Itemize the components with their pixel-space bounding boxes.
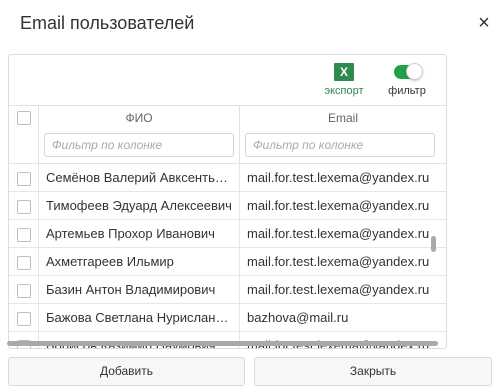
vertical-scrollbar[interactable] [431,236,436,252]
select-all-cell [9,105,39,130]
table-row[interactable]: Бажова Светлана Нурислановна bazhova@mai… [9,304,446,332]
add-button[interactable]: Добавить [8,357,245,386]
row-checkbox-cell [9,304,39,332]
fio-cell: Тимофеев Эдуард Алексеевич [39,192,240,220]
fio-cell: Артемьев Прохор Иванович [39,220,240,248]
filter-cell-blank [9,130,39,163]
excel-icon: X [334,63,354,81]
email-filter-input[interactable] [245,133,435,157]
export-label: экспорт [324,85,364,97]
email-cell: mail.for.test.lexema@yandex.ru [247,198,430,213]
email-cell: mail.for.test.lexema@yandex.ru [247,282,430,297]
table-row[interactable]: Тимофеев Эдуард Алексеевич mail.for.test… [9,192,446,220]
email-cell: mail.for.test.lexema@yandex.ru [247,254,430,269]
fio-cell: Базин Антон Владимирович [39,276,240,304]
row-checkbox-cell [9,248,39,276]
table-row[interactable]: Артемьев Прохор Иванович mail.for.test.l… [9,220,446,248]
row-checkbox-cell [9,220,39,248]
grid-toolbar: X экспорт фильтр [9,55,446,105]
row-checkbox[interactable] [16,227,31,242]
close-icon[interactable]: × [476,13,492,33]
row-checkbox[interactable] [16,283,31,298]
fio-filter-input[interactable] [44,133,234,157]
toggle-switch-icon[interactable] [394,63,423,80]
email-cell: mail.for.test.lexema@yandex.ru [247,226,430,241]
toggle-knob [406,63,423,80]
email-cell: mail.for.test.lexema@yandex.ru [247,170,430,185]
row-checkbox[interactable] [16,311,31,326]
dialog-title: Email пользователей [20,13,195,33]
table-row[interactable]: Базин Антон Владимирович mail.for.test.l… [9,276,446,304]
row-checkbox[interactable] [16,171,31,186]
select-all-checkbox[interactable] [16,110,31,125]
fio-cell: Ахметгареев Ильмир [39,248,240,276]
horizontal-scrollbar[interactable] [7,341,438,346]
email-cell: bazhova@mail.ru [247,310,349,325]
table-row[interactable]: Семёнов Валерий Авксентьевич mail.for.te… [9,164,446,192]
row-checkbox-cell [9,164,39,192]
column-header-fio[interactable]: ФИО [39,105,240,130]
users-grid-panel: X экспорт фильтр ФИО Email Семёнов Валер… [8,54,447,349]
filter-label: фильтр [388,85,426,97]
row-checkbox-cell [9,192,39,220]
close-button[interactable]: Закрыть [254,357,492,386]
row-checkbox-cell [9,276,39,304]
fio-cell: Семёнов Валерий Авксентьевич [39,164,240,192]
filter-toggle[interactable]: фильтр [383,63,431,97]
fio-cell: Бажова Светлана Нурислановна [39,304,240,332]
table-row[interactable]: Ахметгареев Ильмир mail.for.test.lexema@… [9,248,446,276]
grid-body: Семёнов Валерий Авксентьевич mail.for.te… [9,163,446,348]
export-button[interactable]: X экспорт [319,63,369,97]
column-header-email[interactable]: Email [240,105,446,130]
row-checkbox[interactable] [16,255,31,270]
row-checkbox[interactable] [16,199,31,214]
